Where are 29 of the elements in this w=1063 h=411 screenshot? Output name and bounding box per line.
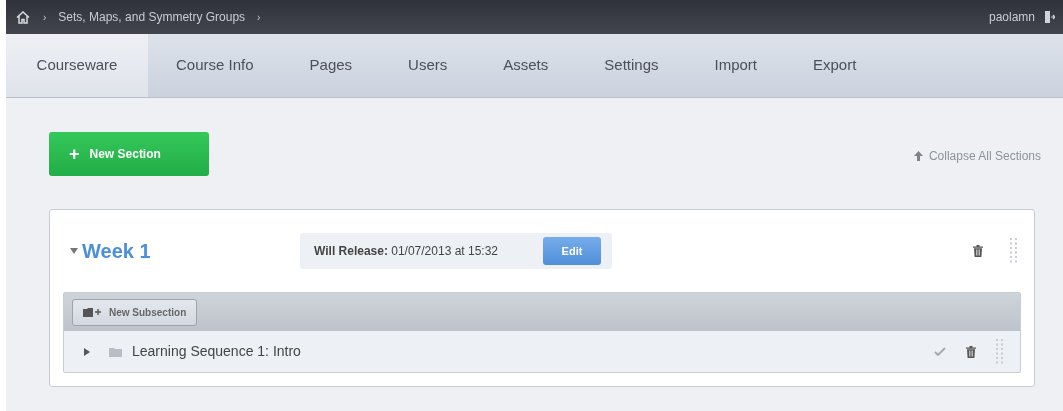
trash-icon[interactable] — [966, 345, 976, 358]
breadcrumb-separator: › — [43, 10, 47, 25]
nav-tab[interactable]: Import — [686, 34, 785, 97]
nav-tab[interactable]: Settings — [576, 34, 687, 97]
nav-tab[interactable]: Users — [380, 34, 476, 97]
username[interactable]: paolamn — [988, 8, 1035, 26]
new-subsection-button[interactable]: New Subsection — [72, 298, 198, 326]
drag-handle-icon[interactable] — [1010, 238, 1018, 264]
drag-handle-icon[interactable] — [996, 338, 1004, 365]
logout-icon[interactable] — [1045, 11, 1055, 23]
release-date: Will Release: 01/07/2013 at 15:32 — [314, 243, 499, 260]
nav-tab[interactable]: Course Info — [148, 34, 282, 97]
subsection-row[interactable]: Learning Sequence 1: Intro — [64, 331, 1020, 372]
arrow-up-icon — [913, 151, 923, 161]
nav-tab[interactable]: Pages — [281, 34, 381, 97]
home-icon[interactable] — [16, 10, 30, 24]
breadcrumb-link[interactable]: Sets, Maps, and Symmetry Groups — [58, 8, 246, 26]
folder-plus-icon — [83, 307, 103, 317]
trash-icon[interactable] — [973, 245, 983, 257]
checkmark-icon[interactable] — [934, 347, 946, 356]
subsection-title[interactable]: Learning Sequence 1: Intro — [132, 341, 301, 362]
nav-tab[interactable]: Assets — [475, 34, 577, 97]
nav-tab[interactable]: Courseware — [6, 34, 148, 97]
nav-tab[interactable]: Export — [785, 34, 885, 97]
section-title[interactable]: Week 1 — [82, 236, 300, 266]
caret-icon[interactable] — [84, 347, 91, 356]
breadcrumb-separator: › — [257, 10, 261, 25]
folder-icon — [109, 346, 122, 357]
caret-icon[interactable] — [70, 247, 78, 255]
